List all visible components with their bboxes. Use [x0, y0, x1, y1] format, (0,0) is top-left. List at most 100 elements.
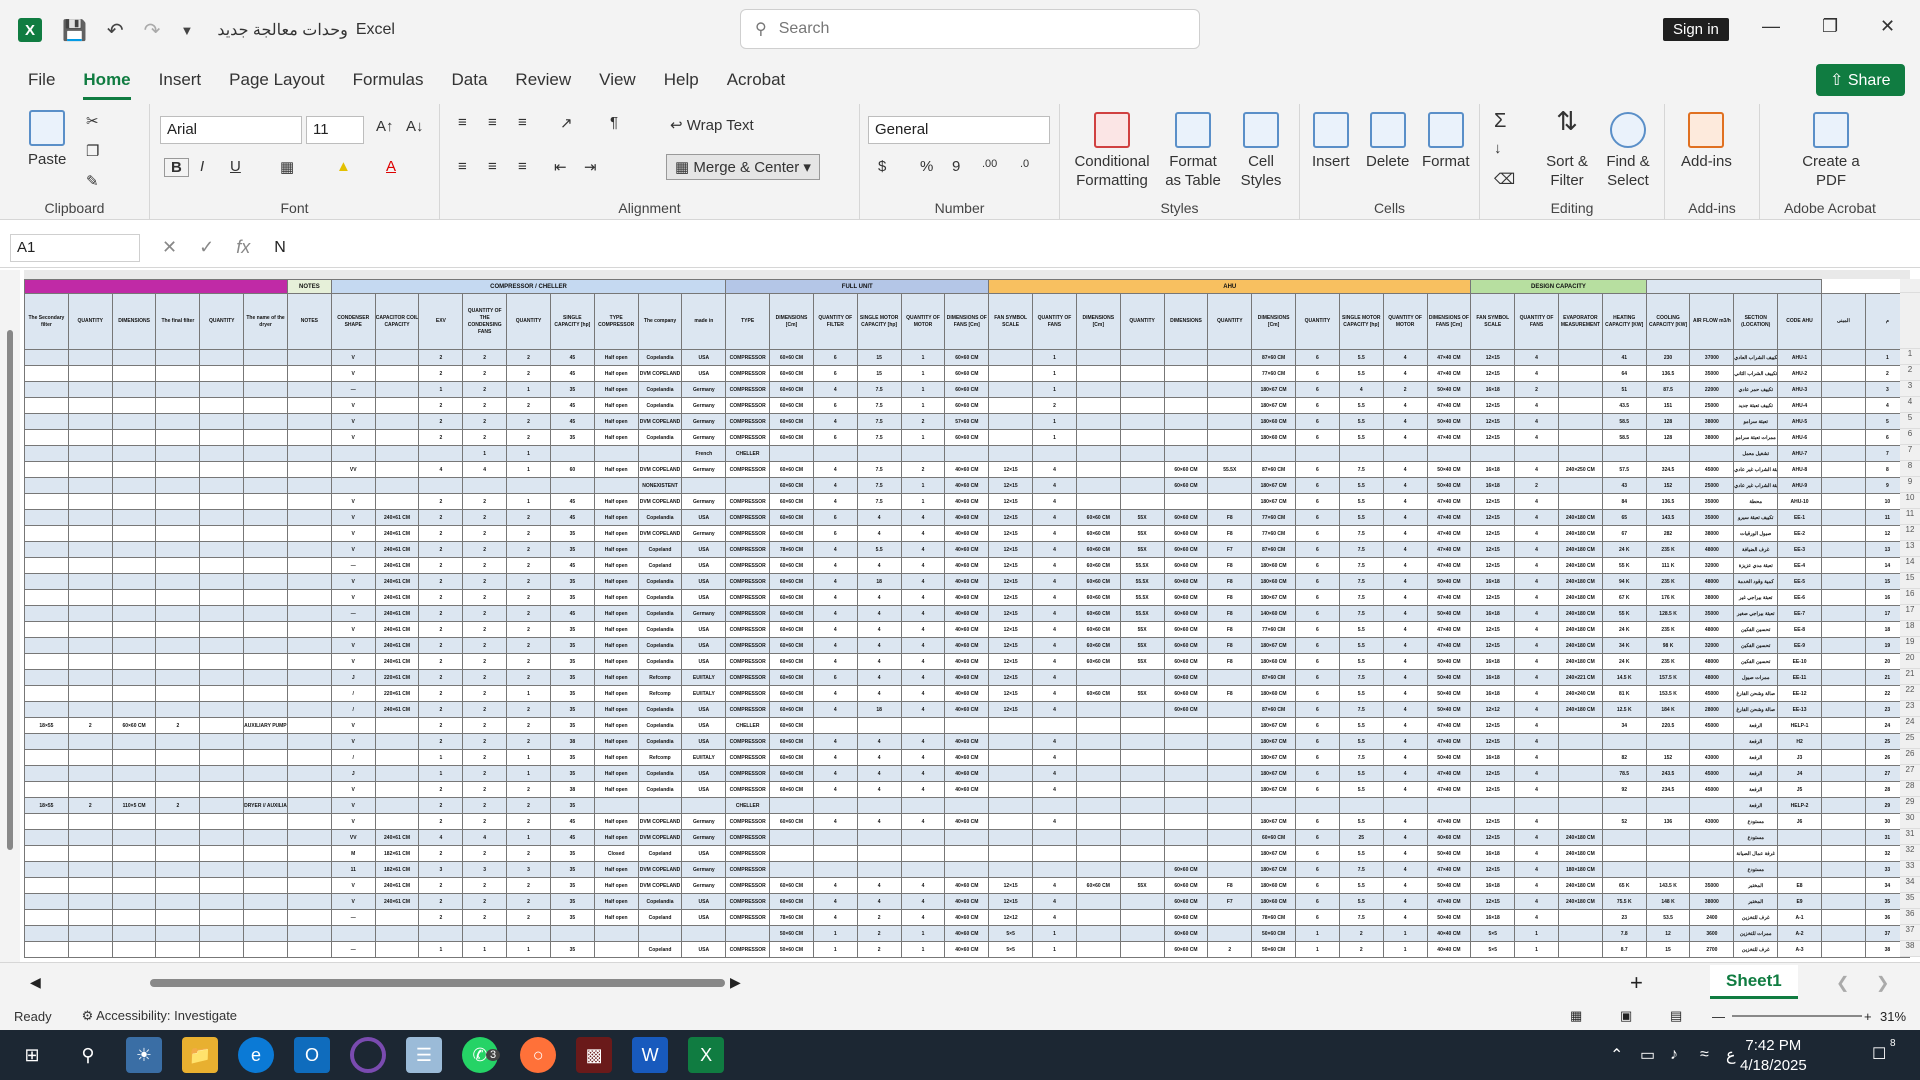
table-cell[interactable]: الرفعة — [1733, 749, 1779, 766]
table-cell[interactable]: 65 K — [1601, 877, 1647, 894]
table-cell[interactable] — [1075, 365, 1121, 382]
table-row[interactable]: —1 2 1 35 Half open Copelandia Germany COMPRESS… — [24, 381, 1911, 398]
table-cell[interactable] — [67, 685, 113, 702]
table-cell[interactable] — [243, 509, 288, 526]
table-cell[interactable]: 4 — [1382, 397, 1428, 414]
table-cell[interactable]: COMPRESSOR — [725, 701, 771, 718]
table-cell[interactable] — [1557, 349, 1603, 366]
table-cell[interactable] — [1032, 829, 1077, 846]
number-format-select[interactable]: General — [868, 116, 1050, 144]
table-cell[interactable]: AHU-2 — [1777, 365, 1822, 382]
table-cell[interactable]: Copelandia — [637, 397, 683, 414]
table-row[interactable]: V 2 2 2 45 Half open DVM COPELAND Germany COMPRE… — [24, 413, 1911, 430]
table-cell[interactable] — [286, 589, 332, 606]
table-cell[interactable]: 2 — [418, 589, 464, 606]
table-cell[interactable]: 40×60 CM — [944, 685, 990, 702]
table-cell[interactable] — [418, 477, 464, 494]
table-cell[interactable] — [374, 781, 420, 798]
table-cell[interactable] — [24, 765, 69, 782]
minimize-icon[interactable]: — — [1762, 16, 1780, 37]
table-cell[interactable] — [243, 765, 288, 782]
table-cell[interactable]: 2 — [856, 909, 902, 926]
table-cell[interactable]: 34 — [1601, 717, 1647, 734]
table-cell[interactable] — [67, 349, 113, 366]
table-cell[interactable]: J3 — [1777, 749, 1822, 766]
table-cell[interactable]: 235 K — [1645, 653, 1691, 670]
italic-button[interactable]: I — [200, 158, 204, 175]
table-cell[interactable]: AHU-5 — [1777, 413, 1822, 430]
table-cell[interactable]: 6 — [1295, 717, 1340, 734]
table-cell[interactable]: 7.5 — [856, 381, 902, 398]
table-row[interactable]: V 240×61 CM 2 2 2 45 Half open Copelandia USA COM… — [24, 509, 1911, 526]
table-cell[interactable]: 2 — [67, 797, 113, 814]
table-cell[interactable] — [1119, 349, 1165, 366]
table-cell[interactable] — [199, 621, 245, 638]
table-cell[interactable]: COMPRESSOR — [725, 893, 771, 910]
table-cell[interactable] — [1163, 781, 1209, 798]
table-cell[interactable]: 6 — [1295, 893, 1340, 910]
table-cell[interactable]: Copelandia — [637, 621, 683, 638]
table-cell[interactable]: 35000 — [1689, 877, 1735, 894]
language-indicator[interactable]: ع — [1726, 1045, 1736, 1065]
word-icon[interactable]: W — [632, 1037, 669, 1073]
table-cell[interactable]: 16×18 — [1470, 653, 1516, 670]
table-cell[interactable]: 60×60 CM — [1075, 653, 1121, 670]
table-cell[interactable] — [1075, 429, 1121, 446]
table-cell[interactable]: 180×60 CM — [1251, 653, 1297, 670]
table-cell[interactable]: 60×60 CM — [1163, 669, 1209, 686]
table-cell[interactable]: 4 — [900, 765, 946, 782]
table-cell[interactable]: Copelandia — [637, 653, 683, 670]
table-cell[interactable]: 5.5 — [1338, 717, 1384, 734]
table-cell[interactable]: Refcomp — [637, 669, 683, 686]
table-cell[interactable]: 7.8 — [1601, 925, 1647, 942]
table-cell[interactable] — [111, 909, 157, 926]
table-cell[interactable] — [67, 493, 113, 510]
table-cell[interactable]: 5.5 — [1338, 413, 1384, 430]
table-cell[interactable] — [24, 397, 69, 414]
table-cell[interactable] — [67, 765, 113, 782]
table-cell[interactable]: Half open — [593, 397, 639, 414]
table-cell[interactable] — [111, 829, 157, 846]
table-cell[interactable] — [155, 381, 201, 398]
table-cell[interactable]: 4 — [1382, 621, 1428, 638]
table-cell[interactable]: 2 — [462, 893, 508, 910]
table-cell[interactable]: COMPRESSOR — [725, 941, 771, 958]
table-cell[interactable]: Half open — [593, 461, 639, 478]
table-cell[interactable]: 78×60 CM — [769, 909, 814, 926]
table-cell[interactable]: 47×40 CM — [1426, 637, 1472, 654]
table-cell[interactable]: 1 — [900, 941, 946, 958]
table-cell[interactable] — [111, 349, 157, 366]
table-cell[interactable] — [155, 685, 201, 702]
table-cell[interactable]: 6 — [1295, 669, 1340, 686]
table-row[interactable]: V 2 2 2 35 Half open Copelandia Germany COMPRESS… — [24, 429, 1911, 446]
table-cell[interactable]: USA — [681, 365, 727, 382]
increase-indent-icon[interactable]: ⇥ — [584, 158, 597, 176]
table-cell[interactable] — [1075, 829, 1121, 846]
table-cell[interactable]: 45 — [549, 493, 595, 510]
table-cell[interactable]: 4 — [900, 589, 946, 606]
table-cell[interactable]: 6 — [1295, 637, 1340, 654]
table-cell[interactable]: 47×40 CM — [1426, 365, 1472, 382]
table-cell[interactable] — [67, 701, 113, 718]
table-cell[interactable]: 15 — [856, 349, 902, 366]
table-cell[interactable] — [1820, 413, 1866, 430]
table-cell[interactable]: 4 — [1514, 621, 1559, 638]
table-cell[interactable]: 180×60 CM — [1251, 429, 1297, 446]
table-cell[interactable] — [67, 829, 113, 846]
table-cell[interactable] — [243, 541, 288, 558]
table-cell[interactable]: — — [330, 557, 376, 574]
table-cell[interactable]: 4 — [812, 781, 858, 798]
table-cell[interactable]: 12×15 — [1470, 349, 1516, 366]
table-cell[interactable]: 50×40 CM — [1426, 461, 1472, 478]
row-number[interactable]: 9 — [1900, 477, 1920, 493]
table-cell[interactable]: 4 — [1032, 781, 1077, 798]
comma-icon[interactable]: 9 — [952, 158, 960, 175]
table-cell[interactable]: ممرات تعبئة سرامو — [1733, 429, 1779, 446]
table-cell[interactable] — [199, 541, 245, 558]
table-cell[interactable]: 60×60 CM — [1075, 621, 1121, 638]
table-cell[interactable]: 4 — [1514, 733, 1559, 750]
table-cell[interactable] — [769, 797, 814, 814]
table-cell[interactable]: 60×60 CM — [769, 685, 814, 702]
category-header[interactable]: FULL UNIT — [725, 279, 990, 294]
table-row[interactable]: V 240×61 CM 2 2 2 35 Half open Copelandia USA COM… — [24, 893, 1911, 910]
